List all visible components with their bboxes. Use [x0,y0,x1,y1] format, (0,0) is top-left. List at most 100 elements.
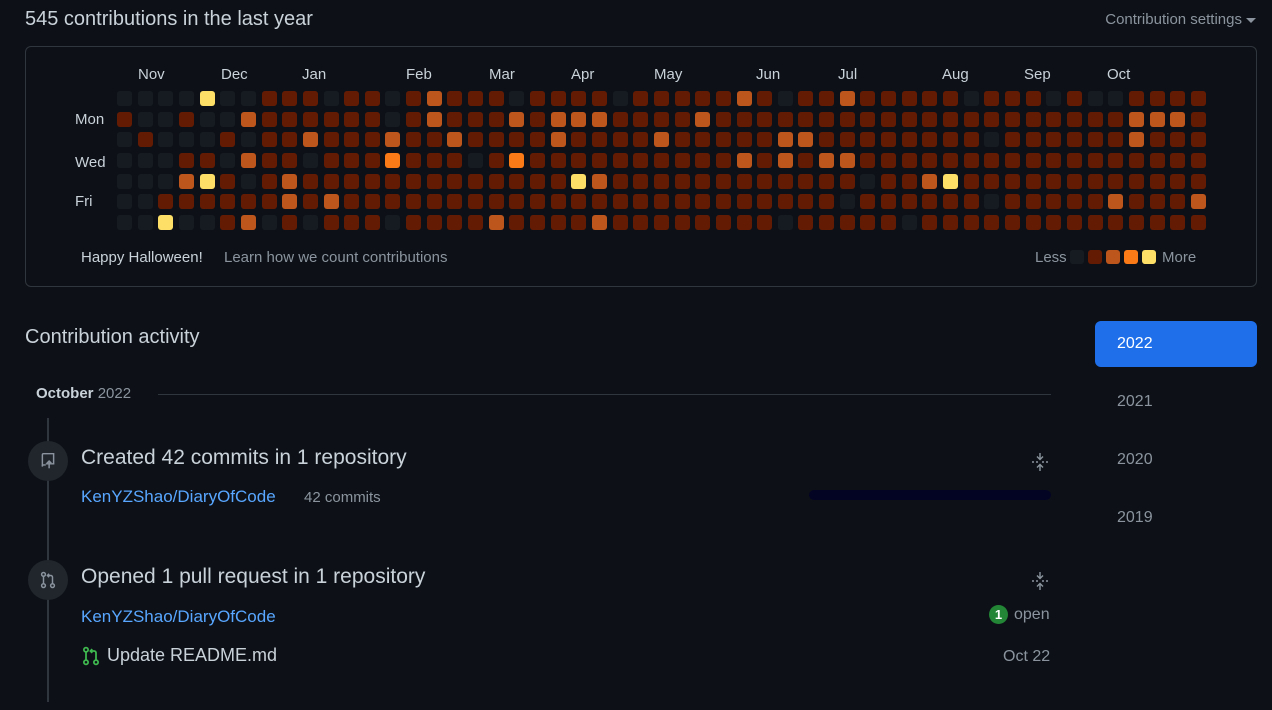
contribution-day-cell[interactable] [654,174,669,189]
contribution-day-cell[interactable] [840,153,855,168]
contribution-day-cell[interactable] [551,174,566,189]
contribution-day-cell[interactable] [241,132,256,147]
repo-link[interactable]: KenYZShao/DiaryOfCode [81,487,276,507]
contribution-day-cell[interactable] [303,153,318,168]
contribution-day-cell[interactable] [262,132,277,147]
contribution-day-cell[interactable] [716,112,731,127]
contribution-day-cell[interactable] [778,112,793,127]
contribution-day-cell[interactable] [1088,194,1103,209]
contribution-day-cell[interactable] [303,215,318,230]
contribution-day-cell[interactable] [551,153,566,168]
contribution-day-cell[interactable] [509,215,524,230]
contribution-day-cell[interactable] [757,91,772,106]
contribution-day-cell[interactable] [798,132,813,147]
contribution-day-cell[interactable] [695,153,710,168]
contribution-day-cell[interactable] [592,194,607,209]
contribution-day-cell[interactable] [778,174,793,189]
contribution-day-cell[interactable] [282,112,297,127]
contribution-day-cell[interactable] [530,174,545,189]
contribution-day-cell[interactable] [241,153,256,168]
contribution-day-cell[interactable] [365,153,380,168]
contribution-day-cell[interactable] [964,215,979,230]
contribution-day-cell[interactable] [551,132,566,147]
contribution-day-cell[interactable] [158,153,173,168]
contribution-day-cell[interactable] [324,132,339,147]
contribution-day-cell[interactable] [468,174,483,189]
contribution-day-cell[interactable] [922,112,937,127]
contribution-day-cell[interactable] [179,215,194,230]
contribution-day-cell[interactable] [943,215,958,230]
contribution-day-cell[interactable] [1129,112,1144,127]
contribution-day-cell[interactable] [385,215,400,230]
contribution-day-cell[interactable] [592,132,607,147]
contribution-day-cell[interactable] [1046,132,1061,147]
contribution-day-cell[interactable] [117,215,132,230]
contribution-day-cell[interactable] [943,194,958,209]
contribution-day-cell[interactable] [613,91,628,106]
contribution-day-cell[interactable] [737,194,752,209]
contribution-day-cell[interactable] [571,174,586,189]
year-2021-button[interactable]: 2021 [1095,379,1257,425]
contribution-day-cell[interactable] [1088,112,1103,127]
contribution-day-cell[interactable] [489,153,504,168]
contribution-day-cell[interactable] [1088,215,1103,230]
contribution-day-cell[interactable] [716,215,731,230]
contribution-day-cell[interactable] [675,153,690,168]
contribution-day-cell[interactable] [633,194,648,209]
contribution-day-cell[interactable] [1005,132,1020,147]
contribution-day-cell[interactable] [220,91,235,106]
contribution-day-cell[interactable] [675,194,690,209]
contribution-day-cell[interactable] [509,112,524,127]
contribution-day-cell[interactable] [1046,215,1061,230]
contribution-day-cell[interactable] [200,91,215,106]
contribution-day-cell[interactable] [385,112,400,127]
contribution-day-cell[interactable] [241,174,256,189]
contribution-day-cell[interactable] [1046,194,1061,209]
contribution-day-cell[interactable] [592,174,607,189]
contribution-day-cell[interactable] [716,91,731,106]
contribution-day-cell[interactable] [840,91,855,106]
contribution-day-cell[interactable] [984,194,999,209]
contribution-day-cell[interactable] [902,215,917,230]
contribution-day-cell[interactable] [654,132,669,147]
contribution-day-cell[interactable] [468,91,483,106]
contribution-day-cell[interactable] [922,153,937,168]
contribution-day-cell[interactable] [1150,112,1165,127]
contribution-day-cell[interactable] [344,174,359,189]
contribution-day-cell[interactable] [365,132,380,147]
contribution-day-cell[interactable] [881,215,896,230]
learn-contributions-link[interactable]: Learn how we count contributions [224,249,447,266]
contribution-day-cell[interactable] [489,174,504,189]
contribution-day-cell[interactable] [447,112,462,127]
contribution-day-cell[interactable] [385,194,400,209]
contribution-day-cell[interactable] [530,91,545,106]
contribution-day-cell[interactable] [282,153,297,168]
contribution-day-cell[interactable] [117,112,132,127]
contribution-day-cell[interactable] [200,174,215,189]
contribution-day-cell[interactable] [551,215,566,230]
contribution-day-cell[interactable] [1129,132,1144,147]
contribution-day-cell[interactable] [860,112,875,127]
contribution-day-cell[interactable] [964,194,979,209]
contribution-day-cell[interactable] [943,112,958,127]
contribution-day-cell[interactable] [757,153,772,168]
contribution-day-cell[interactable] [447,153,462,168]
contribution-day-cell[interactable] [117,132,132,147]
contribution-day-cell[interactable] [406,174,421,189]
contribution-day-cell[interactable] [241,91,256,106]
contribution-day-cell[interactable] [1046,174,1061,189]
contribution-day-cell[interactable] [1026,112,1041,127]
contribution-day-cell[interactable] [158,174,173,189]
contribution-day-cell[interactable] [303,132,318,147]
contribution-day-cell[interactable] [282,215,297,230]
contribution-day-cell[interactable] [385,174,400,189]
contribution-day-cell[interactable] [530,112,545,127]
contribution-day-cell[interactable] [138,194,153,209]
contribution-day-cell[interactable] [778,194,793,209]
contribution-day-cell[interactable] [468,112,483,127]
contribution-day-cell[interactable] [1150,132,1165,147]
contribution-day-cell[interactable] [282,91,297,106]
contribution-day-cell[interactable] [179,91,194,106]
contribution-day-cell[interactable] [592,112,607,127]
contribution-day-cell[interactable] [1170,215,1185,230]
